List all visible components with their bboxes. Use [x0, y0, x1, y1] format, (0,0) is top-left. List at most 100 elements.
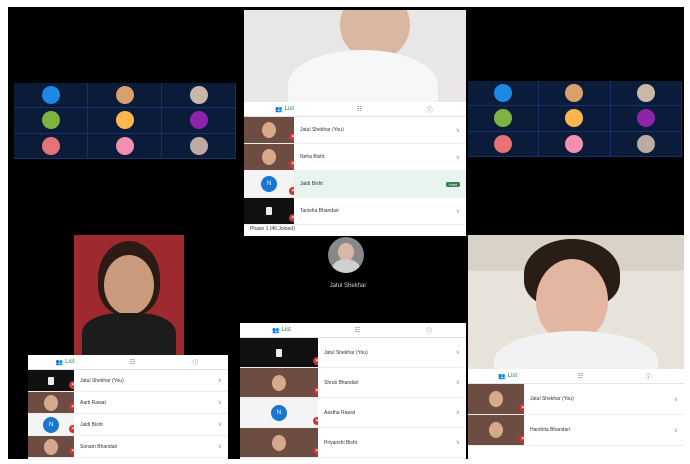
chevron-down-icon[interactable]: ∨ [456, 127, 460, 134]
chat-icon: ☷ [356, 106, 363, 113]
chevron-down-icon[interactable]: ∨ [218, 377, 222, 384]
people-icon: 👥 [271, 327, 280, 334]
mic-muted-icon: ✕ [289, 133, 294, 141]
mic-muted-icon: ✕ [313, 417, 318, 425]
participant-tile[interactable] [468, 131, 540, 157]
tab-people[interactable]: 👥 List [272, 327, 291, 334]
tab-bar: 👥 List ☷ ⓘ [244, 102, 466, 117]
mic-muted-icon: ✕ [519, 435, 524, 443]
participant-thumb: ✕ [28, 370, 74, 391]
participant-row[interactable]: ✕ Tanisha Bhandari ∨ [244, 198, 466, 225]
participant-row[interactable]: ✕ Jatul Shekhar (You) ∨ [468, 384, 684, 415]
participant-thumb: ✕ [468, 384, 524, 414]
tab-chat[interactable]: ☷ [357, 106, 364, 113]
participant-tile[interactable] [539, 81, 611, 107]
participant-avatar [565, 109, 584, 128]
tab-info[interactable]: ⓘ [427, 105, 435, 114]
participant-tile[interactable] [468, 81, 540, 107]
mic-muted-icon: ✕ [313, 447, 318, 455]
participant-row[interactable]: ✕ Sonam Bhandari ∨ [28, 436, 228, 458]
chat-icon: ☷ [354, 327, 361, 334]
chevron-down-icon[interactable]: ∨ [674, 396, 678, 403]
participant-row[interactable]: ✕ Jatul Shekhar (You) ∨ [28, 370, 228, 392]
chevron-down-icon[interactable]: ∨ [218, 421, 222, 428]
participant-tile[interactable] [88, 133, 162, 159]
participant-name: Jatul Shekhar (You) [80, 377, 124, 384]
participant-thumb: ✕ [244, 198, 294, 224]
participant-tile[interactable] [14, 83, 88, 109]
participant-row[interactable]: ✕ Priyanshi Bisht ∨ [240, 428, 466, 458]
tab-info[interactable]: ⓘ [646, 372, 654, 381]
participant-tile[interactable] [14, 133, 88, 159]
chevron-down-icon[interactable]: ∨ [456, 208, 460, 215]
tab-chat[interactable]: ☷ [355, 327, 362, 334]
participant-row[interactable]: ✕ Jatul Shekhar (You) ∨ [244, 117, 466, 144]
participant-thumb: ✕ [240, 368, 318, 397]
chevron-down-icon[interactable]: ∨ [456, 349, 460, 356]
mic-muted-icon: ✕ [69, 403, 74, 411]
participant-thumb: ✕ [244, 144, 294, 170]
tab-people[interactable]: 👥 List [275, 106, 294, 113]
participant-tile[interactable] [539, 106, 611, 132]
tab-people[interactable]: 👥 List [498, 373, 517, 380]
info-icon: ⓘ [645, 374, 652, 381]
mic-muted-icon: ✕ [289, 214, 294, 222]
participant-name: Sonam Bhandari [80, 443, 118, 450]
participant-tile[interactable] [88, 108, 162, 134]
participant-thumb: N ✕ [28, 414, 74, 435]
participant-thumb: ✕ [28, 436, 74, 457]
participant-tile[interactable] [162, 108, 236, 134]
participant-name: Jaldi Bisht [80, 421, 103, 428]
chevron-down-icon[interactable]: ∨ [456, 409, 460, 416]
participant-thumb: ✕ [244, 117, 294, 143]
participant-tile[interactable] [610, 81, 682, 107]
participant-tile[interactable] [539, 131, 611, 157]
chevron-down-icon[interactable]: ∨ [456, 379, 460, 386]
tab-info[interactable]: ⓘ [192, 358, 200, 367]
top-center-panel: 👥 List ☷ ⓘ ✕ Jatul Shekhar (You) ∨ ✕ Neha Bisht… [244, 10, 466, 236]
participant-avatar [565, 134, 584, 153]
participant-row[interactable]: N ✕ Jaldi Bisht ∨ [28, 414, 228, 436]
participant-row[interactable]: N ✕ Jaldi Bisht Host [244, 171, 466, 198]
participant-avatar [494, 84, 513, 103]
participant-tile[interactable] [610, 106, 682, 132]
participant-row[interactable]: ✕ Neha Bisht ∨ [244, 144, 466, 171]
participant-thumb: N ✕ [240, 398, 318, 427]
bottom-center-sheet: 👥 List ☷ ⓘ ✕ Jatul Shekhar (You) ∨ ✕ Shruti Bha… [240, 323, 466, 459]
participant-row[interactable]: ✕ Jatul Shekhar (You) ∨ [240, 338, 466, 368]
participant-row[interactable]: ✕ Harshita Bhandari ∨ [468, 415, 684, 446]
participant-tile[interactable] [162, 83, 236, 109]
participant-avatar [189, 111, 208, 130]
tab-info[interactable]: ⓘ [426, 326, 434, 335]
chevron-down-icon[interactable]: ∨ [218, 399, 222, 406]
participant-name: Jatul Shekhar (You) [300, 127, 344, 133]
host-badge: Host [445, 181, 460, 187]
participant-row[interactable]: ✕ Aarti Rawat ∨ [28, 392, 228, 414]
participant-row[interactable]: N ✕ Aastha Rawat ∨ [240, 398, 466, 428]
mic-muted-icon: ✕ [289, 187, 294, 195]
tab-people[interactable]: 👥 List [56, 359, 75, 366]
bottom-right-video[interactable] [468, 235, 684, 369]
tab-chat[interactable]: ☷ [578, 373, 585, 380]
participant-name: Jatul Shekhar (You) [530, 396, 574, 402]
chevron-down-icon[interactable]: ∨ [456, 439, 460, 446]
chevron-down-icon[interactable]: ∨ [218, 443, 222, 450]
tab-label: List [284, 106, 295, 112]
chevron-down-icon[interactable]: ∨ [674, 427, 678, 434]
mic-muted-icon: ✕ [69, 447, 74, 455]
mic-muted-icon: ✕ [69, 425, 74, 433]
initial-avatar: N [271, 404, 287, 421]
info-icon: ⓘ [426, 328, 433, 335]
left-participant-grid [14, 83, 236, 159]
participant-tile[interactable] [88, 83, 162, 109]
participant-row[interactable]: ✕ Shruti Bhandari ∨ [240, 368, 466, 398]
chevron-down-icon[interactable]: ∨ [456, 154, 460, 161]
info-icon: ⓘ [192, 360, 199, 367]
left-portrait-video[interactable] [74, 235, 184, 355]
participant-tile[interactable] [14, 108, 88, 134]
participant-avatar [189, 136, 208, 155]
tab-chat[interactable]: ☷ [130, 359, 137, 366]
participant-tile[interactable] [162, 133, 236, 159]
participant-tile[interactable] [468, 106, 540, 132]
participant-tile[interactable] [610, 131, 682, 157]
